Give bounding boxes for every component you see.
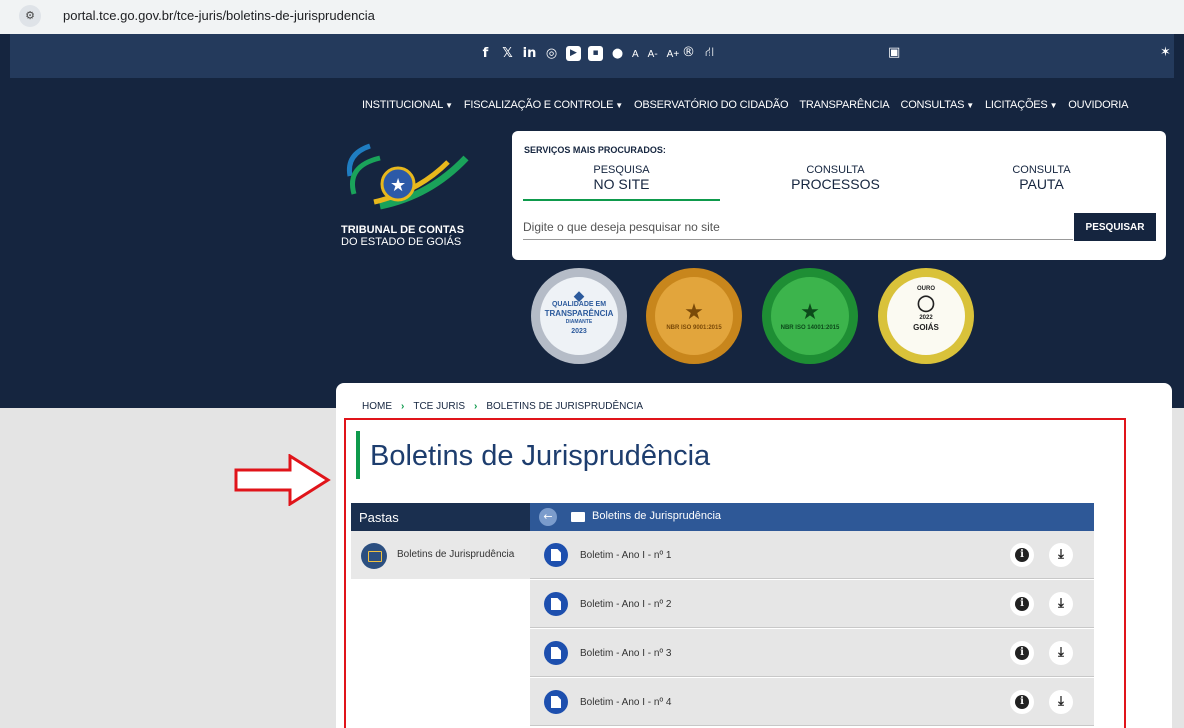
search-button[interactable]: PESQUISAR [1074, 213, 1156, 241]
folder-icon [361, 543, 387, 569]
breadcrumb-tce-juris[interactable]: TCE JURIS [413, 401, 465, 412]
seal-logo-icon: ◆ [574, 288, 584, 303]
social-links: f 𝕏 in ◎ ▶ ▪ ● [478, 46, 625, 61]
file-icon [544, 543, 568, 567]
flickr-icon[interactable]: ▪ [588, 46, 603, 61]
seal-iso-14001[interactable]: ★ NBR ISO 14001:2015 [762, 268, 858, 364]
nav-consultas[interactable]: CONSULTAS ▼ [900, 99, 974, 111]
file-row[interactable]: Boletim - Ano I - nº 3 i ⤓ [530, 629, 1094, 677]
youtube-icon[interactable]: ▶ [566, 46, 581, 61]
breadcrumb-home[interactable]: HOME [362, 401, 392, 412]
font-increase-button[interactable]: A+ [667, 49, 680, 60]
flag-icon[interactable]: ✶ [1160, 45, 1171, 60]
files-header-title: Boletins de Jurisprudência [592, 510, 722, 522]
file-label[interactable]: Boletim - Ano I - nº 2 [580, 599, 671, 610]
download-icon[interactable]: ⤓ [1049, 641, 1073, 665]
download-icon[interactable]: ⤓ [1049, 690, 1073, 714]
chevron-down-icon: ▼ [1049, 101, 1058, 110]
nav-institucional[interactable]: INSTITUCIONAL ▼ [362, 99, 453, 111]
star-icon: ★ [684, 300, 704, 325]
nav-transparencia[interactable]: TRANSPARÊNCIA [799, 99, 889, 111]
url-text[interactable]: portal.tce.go.gov.br/tce-juris/boletins-… [63, 8, 375, 23]
file-label[interactable]: Boletim - Ano I - nº 4 [580, 697, 671, 708]
star-icon: ★ [800, 300, 820, 325]
accessibility-icon[interactable]: ® [682, 45, 695, 62]
seal-goias-ouro[interactable]: OURO ◯ 2022 GOIÁS [878, 268, 974, 364]
site-info-icon[interactable]: ⚙ [19, 5, 41, 27]
breadcrumb-current: BOLETINS DE JURISPRUDÊNCIA [486, 401, 644, 412]
file-label[interactable]: Boletim - Ano I - nº 1 [580, 550, 671, 561]
seal-transparencia[interactable]: ◆ QUALIDADE EM TRANSPARÊNCIA DIAMANTE 20… [531, 268, 627, 364]
chevron-right-icon: › [474, 401, 478, 412]
chevron-down-icon: ▼ [615, 101, 624, 110]
chevron-down-icon: ▼ [966, 101, 974, 110]
info-icon[interactable]: i [1010, 592, 1034, 616]
download-icon[interactable]: ⤓ [1049, 592, 1073, 616]
folder-icon [571, 512, 585, 522]
linkedin-icon[interactable]: in [522, 46, 537, 61]
breadcrumb: HOME › TCE JURIS › BOLETINS DE JURISPRUD… [362, 401, 643, 412]
facebook-icon[interactable]: f [478, 46, 493, 61]
logo-line2: DO ESTADO DE GOIÁS [341, 236, 462, 248]
file-label[interactable]: Boletim - Ano I - nº 3 [580, 648, 671, 659]
info-icon[interactable]: i [1010, 543, 1034, 567]
info-icon[interactable]: i [1010, 641, 1034, 665]
file-icon [544, 690, 568, 714]
laurel-icon: ◯ [917, 295, 935, 312]
utility-bar: f 𝕏 in ◎ ▶ ▪ ● A A- A+ ® ⛙ ▣ ✶ [10, 34, 1174, 78]
nav-licitacoes[interactable]: LICITAÇÕES ▼ [985, 99, 1058, 111]
logo-emblem: ★ [346, 143, 469, 210]
tab-pesquisa-site[interactable]: PESQUISA NO SITE [523, 164, 720, 201]
svg-text:★: ★ [390, 175, 406, 196]
accessibility-controls: ® ⛙ [682, 45, 714, 62]
main-nav: INSTITUCIONAL ▼ FISCALIZAÇÃO E CONTROLE ▼ … [362, 99, 1128, 111]
search-input[interactable] [523, 214, 1073, 240]
x-icon[interactable]: 𝕏 [500, 46, 515, 61]
folder-label: Boletins de Jurisprudência [397, 549, 515, 560]
files-header: ← Boletins de Jurisprudência [530, 503, 1094, 531]
spotify-icon[interactable]: ● [610, 46, 625, 61]
folder-item[interactable]: Boletins de Jurisprudência [351, 531, 530, 579]
annotation-arrow-icon [234, 454, 331, 506]
font-normal-button[interactable]: A [632, 49, 639, 60]
nav-ouvidoria[interactable]: OUVIDORIA [1068, 99, 1128, 111]
tab-consulta-pauta[interactable]: CONSULTA PAUTA [943, 164, 1140, 192]
site-logo[interactable]: ★ TRIBUNAL DE CONTAS DO ESTADO DE GOIÁS [340, 136, 480, 251]
download-icon[interactable]: ⤓ [1049, 543, 1073, 567]
file-icon [544, 592, 568, 616]
chevron-right-icon: › [401, 401, 405, 412]
file-row[interactable]: Boletim - Ano I - nº 2 i ⤓ [530, 580, 1094, 628]
folders-header: Pastas [351, 503, 530, 531]
file-row[interactable]: Boletim - Ano I - nº 4 i ⤓ [530, 678, 1094, 726]
nav-fiscalizacao[interactable]: FISCALIZAÇÃO E CONTROLE ▼ [464, 99, 623, 111]
page-title: Boletins de Jurisprudência [370, 440, 711, 472]
nav-observatorio[interactable]: OBSERVATÓRIO DO CIDADÃO [634, 99, 789, 111]
file-row[interactable]: Boletim - Ano I - nº 1 i ⤓ [530, 531, 1094, 579]
services-card: SERVIÇOS MAIS PROCURADOS: PESQUISA NO SI… [512, 131, 1166, 260]
info-icon[interactable]: i [1010, 690, 1034, 714]
title-accent-bar [356, 431, 360, 479]
back-arrow-icon[interactable]: ← [539, 508, 557, 526]
browser-address-bar: ⚙ portal.tce.go.gov.br/tce-juris/boletin… [0, 0, 1184, 34]
file-icon [544, 641, 568, 665]
font-size-controls: A A- A+ [632, 49, 679, 60]
font-decrease-button[interactable]: A- [648, 49, 658, 60]
seal-iso-9001[interactable]: ★ NBR ISO 9001:2015 [646, 268, 742, 364]
services-title: SERVIÇOS MAIS PROCURADOS: [524, 145, 666, 155]
logo-line1: TRIBUNAL DE CONTAS [341, 224, 465, 236]
tab-consulta-processos[interactable]: CONSULTA PROCESSOS [737, 164, 934, 192]
bag-icon[interactable]: ▣ [888, 45, 900, 60]
instagram-icon[interactable]: ◎ [544, 46, 559, 61]
chevron-down-icon: ▼ [445, 101, 453, 110]
sitemap-icon[interactable]: ⛙ [705, 45, 714, 62]
